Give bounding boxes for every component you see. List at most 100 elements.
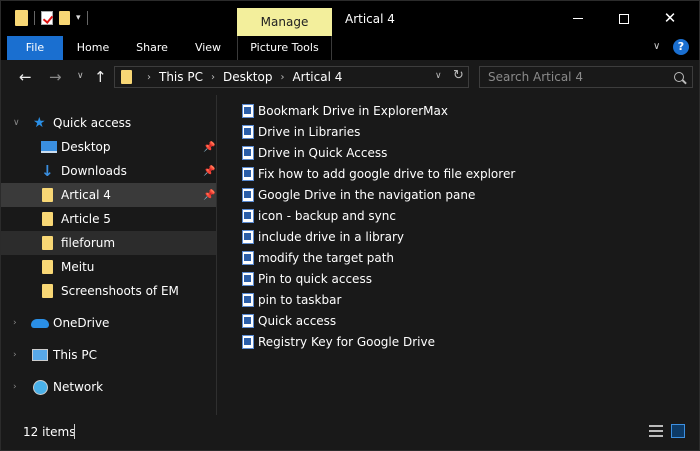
word-document-icon xyxy=(242,230,254,244)
file-item[interactable]: Quick access xyxy=(242,311,336,331)
nav-label: fileforum xyxy=(61,236,116,250)
nav-item-meitu[interactable]: Meitu xyxy=(1,255,216,279)
close-button[interactable]: ✕ xyxy=(647,1,693,36)
word-document-icon xyxy=(242,335,254,349)
pin-icon[interactable]: 📌 xyxy=(203,142,215,153)
back-arrow-icon[interactable]: ← xyxy=(19,68,32,86)
nav-item-desktop[interactable]: Desktop 📌 xyxy=(1,135,216,159)
nav-this-pc[interactable]: › This PC xyxy=(1,343,216,367)
tab-view[interactable]: View xyxy=(187,36,229,60)
tab-picture-tools[interactable]: Picture Tools xyxy=(237,36,332,60)
folder-icon xyxy=(15,10,28,26)
chevron-right-icon[interactable]: › xyxy=(147,72,151,83)
properties-icon[interactable] xyxy=(41,11,53,25)
folder-icon xyxy=(42,260,53,274)
tab-share[interactable]: Share xyxy=(129,36,175,60)
expand-ribbon-icon[interactable]: ∨ xyxy=(653,41,660,52)
nav-onedrive[interactable]: › OneDrive xyxy=(1,311,216,335)
quick-access-toolbar: ▾ xyxy=(15,10,88,26)
forward-arrow-icon[interactable]: → xyxy=(49,68,62,86)
large-icons-view-icon[interactable] xyxy=(671,424,685,438)
toolbar-divider xyxy=(34,11,35,25)
nav-label: Desktop xyxy=(61,140,111,154)
file-item[interactable]: Pin to quick access xyxy=(242,269,372,289)
pin-icon[interactable]: 📌 xyxy=(203,190,215,201)
nav-quick-access[interactable]: ∨ ★ Quick access xyxy=(1,111,216,135)
navigation-pane: ∨ ★ Quick access Desktop 📌 ↓ Downloads 📌… xyxy=(1,95,217,415)
search-icon[interactable] xyxy=(674,72,684,82)
status-divider xyxy=(74,424,75,439)
file-name: Quick access xyxy=(258,314,337,328)
file-item[interactable]: modify the target path xyxy=(242,248,394,268)
toolbar-divider xyxy=(86,11,88,25)
details-view-icon[interactable] xyxy=(649,425,663,437)
file-name: Registry Key for Google Drive xyxy=(258,335,435,349)
new-folder-icon[interactable] xyxy=(59,11,70,25)
file-name: Drive in Libraries xyxy=(258,125,361,139)
refresh-icon[interactable]: ↻ xyxy=(453,68,464,83)
pin-icon[interactable]: 📌 xyxy=(203,166,215,177)
nav-item-fileforum[interactable]: fileforum xyxy=(1,231,216,255)
status-bar: 12 items xyxy=(1,415,699,450)
up-arrow-icon[interactable]: ↑ xyxy=(94,68,107,86)
nav-label: Downloads xyxy=(61,164,127,178)
address-dropdown-icon[interactable]: ∨ xyxy=(435,71,442,81)
maximize-icon xyxy=(619,13,629,24)
file-item[interactable]: Drive in Quick Access xyxy=(242,143,387,163)
folder-icon xyxy=(42,188,53,202)
ribbon-tabs: File Home Share View Picture Tools ∨ ? xyxy=(1,36,699,60)
nav-item-screenshoots-of-em[interactable]: Screenshoots of EM xyxy=(1,279,216,303)
chevron-right-icon[interactable]: › xyxy=(13,382,17,392)
address-bar[interactable]: › This PC › Desktop › Artical 4 ∨ ↻ xyxy=(114,66,469,88)
file-name: Google Drive in the navigation pane xyxy=(258,188,476,202)
close-icon: ✕ xyxy=(663,9,677,27)
file-item[interactable]: Fix how to add google drive to file expl… xyxy=(242,164,515,184)
breadcrumb: › This PC › Desktop › Artical 4 xyxy=(139,67,342,87)
help-icon[interactable]: ? xyxy=(673,39,689,55)
word-document-icon xyxy=(242,167,254,181)
file-item[interactable]: Drive in Libraries xyxy=(242,122,360,142)
network-icon xyxy=(33,379,48,395)
customize-toolbar-icon[interactable]: ▾ xyxy=(76,13,81,23)
explorer-window: ▾ Manage Artical 4 ✕ File Home Share Vie… xyxy=(0,0,700,451)
recent-locations-icon[interactable]: ∨ xyxy=(77,71,84,81)
folder-icon xyxy=(42,236,53,250)
tab-home[interactable]: Home xyxy=(69,36,117,60)
word-document-icon xyxy=(242,188,254,202)
nav-label: Network xyxy=(53,380,104,394)
nav-item-downloads[interactable]: ↓ Downloads 📌 xyxy=(1,159,216,183)
title-bar: ▾ Manage Artical 4 ✕ xyxy=(1,1,699,36)
chevron-right-icon[interactable]: › xyxy=(211,72,215,83)
minimize-button[interactable] xyxy=(555,1,601,36)
file-item[interactable]: icon - backup and sync xyxy=(242,206,396,226)
item-count: 12 items xyxy=(23,425,76,439)
chevron-right-icon[interactable]: › xyxy=(13,350,17,360)
maximize-button[interactable] xyxy=(601,1,647,36)
file-name: Pin to quick access xyxy=(258,272,372,286)
file-item[interactable]: pin to taskbar xyxy=(242,290,341,310)
file-item[interactable]: Bookmark Drive in ExplorerMax xyxy=(242,101,448,121)
file-item[interactable]: Registry Key for Google Drive xyxy=(242,332,435,352)
file-item[interactable]: Google Drive in the navigation pane xyxy=(242,185,475,205)
breadcrumb-artical-4[interactable]: Artical 4 xyxy=(292,70,342,84)
word-document-icon xyxy=(242,125,254,139)
breadcrumb-desktop[interactable]: Desktop xyxy=(223,70,273,84)
manage-tab[interactable]: Manage xyxy=(237,8,332,36)
chevron-right-icon[interactable]: › xyxy=(280,72,284,83)
nav-network[interactable]: › Network xyxy=(1,375,216,399)
nav-label: Screenshoots of EM xyxy=(61,284,179,298)
chevron-down-icon[interactable]: ∨ xyxy=(13,118,20,128)
search-box[interactable]: Search Artical 4 xyxy=(479,66,693,88)
chevron-right-icon[interactable]: › xyxy=(13,318,17,328)
nav-label: Article 5 xyxy=(61,212,111,226)
tab-file[interactable]: File xyxy=(7,36,63,60)
nav-label: OneDrive xyxy=(53,316,110,330)
breadcrumb-this-pc[interactable]: This PC xyxy=(159,70,203,84)
nav-item-artical-4[interactable]: Artical 4 📌 xyxy=(1,183,216,207)
word-document-icon xyxy=(242,146,254,160)
word-document-icon xyxy=(242,209,254,223)
folder-icon xyxy=(42,212,53,226)
downloads-icon: ↓ xyxy=(41,162,54,180)
nav-item-article-5[interactable]: Article 5 xyxy=(1,207,216,231)
file-item[interactable]: include drive in a library xyxy=(242,227,404,247)
